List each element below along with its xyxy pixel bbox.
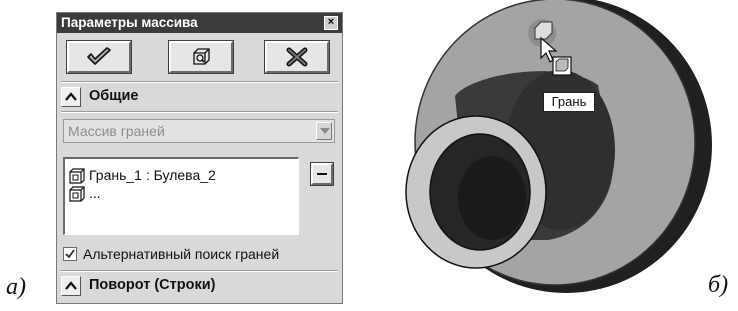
cancel-button[interactable] — [264, 40, 330, 74]
list-item-label: ... — [89, 185, 101, 201]
checkmark-icon — [65, 249, 75, 259]
collapse-rotate-button[interactable] — [61, 276, 81, 296]
face-icon — [69, 168, 85, 184]
hub-bore-inner — [458, 156, 526, 240]
section-rotate: Поворот (Строки) — [61, 276, 338, 298]
separator — [61, 81, 338, 83]
array-mode-value: Массив граней — [68, 123, 165, 139]
array-mode-select[interactable]: Массив граней — [63, 119, 335, 143]
section-common-title: Общие — [89, 88, 139, 104]
list-item-label: Грань_1 : Булева_2 — [89, 167, 216, 183]
face-icon — [69, 186, 85, 202]
minus-icon — [317, 173, 327, 175]
panel-title: Параметры массива — [61, 15, 198, 30]
figure-caption-a: а) — [6, 274, 26, 300]
chevron-up-icon — [65, 92, 77, 101]
dropdown-button[interactable] — [316, 122, 332, 140]
ok-button[interactable] — [66, 40, 132, 74]
alt-search-label: Альтернативный поиск граней — [83, 246, 280, 262]
part-3d-view[interactable] — [388, 0, 718, 311]
cross-icon — [286, 47, 308, 67]
separator — [61, 270, 338, 272]
collapse-common-button[interactable] — [61, 87, 81, 107]
section-rotate-title: Поворот (Строки) — [89, 277, 216, 293]
close-icon: × — [327, 16, 335, 28]
array-parameters-panel: Параметры массива × Общие Массив граней … — [56, 12, 343, 304]
face-tooltip: Грань — [543, 92, 595, 112]
faces-list[interactable]: Грань_1 : Булева_2 ... — [63, 157, 299, 235]
chevron-up-icon — [65, 281, 77, 290]
chevron-down-icon — [320, 128, 330, 134]
preview-icon — [193, 48, 210, 65]
alt-search-checkbox[interactable] — [63, 247, 77, 261]
preview-button[interactable] — [168, 40, 234, 74]
close-button[interactable]: × — [324, 16, 338, 30]
panel-titlebar[interactable]: Параметры массива × — [57, 13, 342, 33]
section-common: Общие — [61, 87, 338, 109]
remove-face-button[interactable] — [310, 162, 334, 186]
checkmark-icon — [87, 47, 111, 65]
separator — [61, 111, 338, 113]
